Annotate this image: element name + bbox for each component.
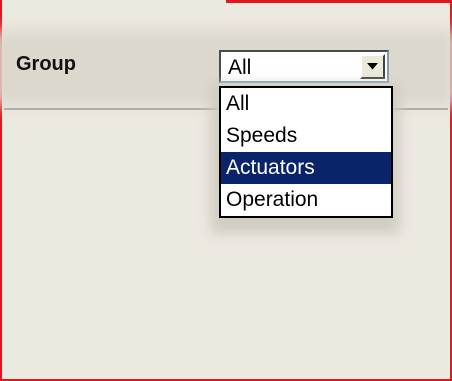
option-speeds[interactable]: Speeds	[221, 120, 391, 152]
option-actuators[interactable]: Actuators	[221, 152, 391, 184]
group-select-value: All	[228, 56, 252, 79]
dropdown-arrow-button[interactable]	[360, 54, 385, 79]
option-all[interactable]: All	[221, 88, 391, 120]
window-top-border	[226, 0, 452, 3]
group-label: Group	[16, 53, 76, 75]
group-select[interactable]: All	[219, 50, 389, 83]
option-operation[interactable]: Operation	[221, 184, 391, 216]
group-dropdown-list[interactable]: All Speeds Actuators Operation	[219, 86, 393, 218]
chevron-down-icon	[367, 63, 378, 70]
